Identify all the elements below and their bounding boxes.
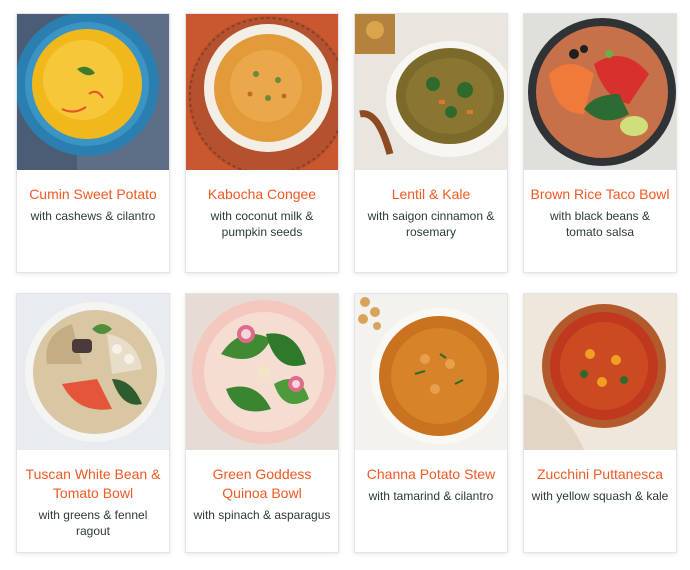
recipe-title: Zucchini Puttanesca <box>536 466 664 482</box>
recipe-title: Lentil & Kale <box>391 186 471 202</box>
salad-bowl-photo-icon <box>186 294 338 450</box>
recipe-subtitle: with yellow squash & kale <box>531 489 669 503</box>
taco-bowl-photo-icon <box>524 14 676 170</box>
recipe-card[interactable]: Green Goddess Quinoa Bowl with spinach &… <box>185 293 339 553</box>
recipe-title: Green Goddess Quinoa Bowl <box>212 466 312 501</box>
curry-soup-photo-icon <box>17 14 169 170</box>
recipe-subtitle: with saigon cinnamon & rosemary <box>367 209 495 239</box>
tomato-stew-photo-icon <box>524 294 676 450</box>
recipe-title: Kabocha Congee <box>207 186 317 202</box>
bean-bowl-photo-icon <box>17 294 169 450</box>
recipe-card[interactable]: Tuscan White Bean & Tomato Bowl with gre… <box>16 293 170 553</box>
recipe-card[interactable]: Kabocha Congee with coconut milk & pumpk… <box>185 13 339 273</box>
recipe-subtitle: with cashews & cilantro <box>30 209 156 223</box>
stew-bowl-photo-icon <box>355 294 507 450</box>
lentil-soup-photo-icon <box>355 14 507 170</box>
recipe-subtitle: with coconut milk & pumpkin seeds <box>210 209 314 239</box>
congee-bowl-photo-icon <box>186 14 338 170</box>
recipe-title: Cumin Sweet Potato <box>29 186 157 202</box>
recipe-title: Channa Potato Stew <box>366 466 496 482</box>
recipe-title: Tuscan White Bean & Tomato Bowl <box>25 466 161 501</box>
recipe-card[interactable]: Lentil & Kale with saigon cinnamon & ros… <box>354 13 508 273</box>
recipe-card[interactable]: Zucchini Puttanesca with yellow squash &… <box>523 293 677 553</box>
recipe-grid: Cumin Sweet Potato with cashews & cilant… <box>16 13 677 553</box>
recipe-card[interactable]: Cumin Sweet Potato with cashews & cilant… <box>16 13 170 273</box>
recipe-subtitle: with spinach & asparagus <box>193 508 331 522</box>
recipe-subtitle: with black beans & tomato salsa <box>549 209 651 239</box>
recipe-card[interactable]: Brown Rice Taco Bowl with black beans & … <box>523 13 677 273</box>
recipe-title: Brown Rice Taco Bowl <box>530 186 670 202</box>
recipe-subtitle: with tamarind & cilantro <box>368 489 494 503</box>
recipe-card[interactable]: Channa Potato Stew with tamarind & cilan… <box>354 293 508 553</box>
recipe-subtitle: with greens & fennel ragout <box>38 508 148 538</box>
